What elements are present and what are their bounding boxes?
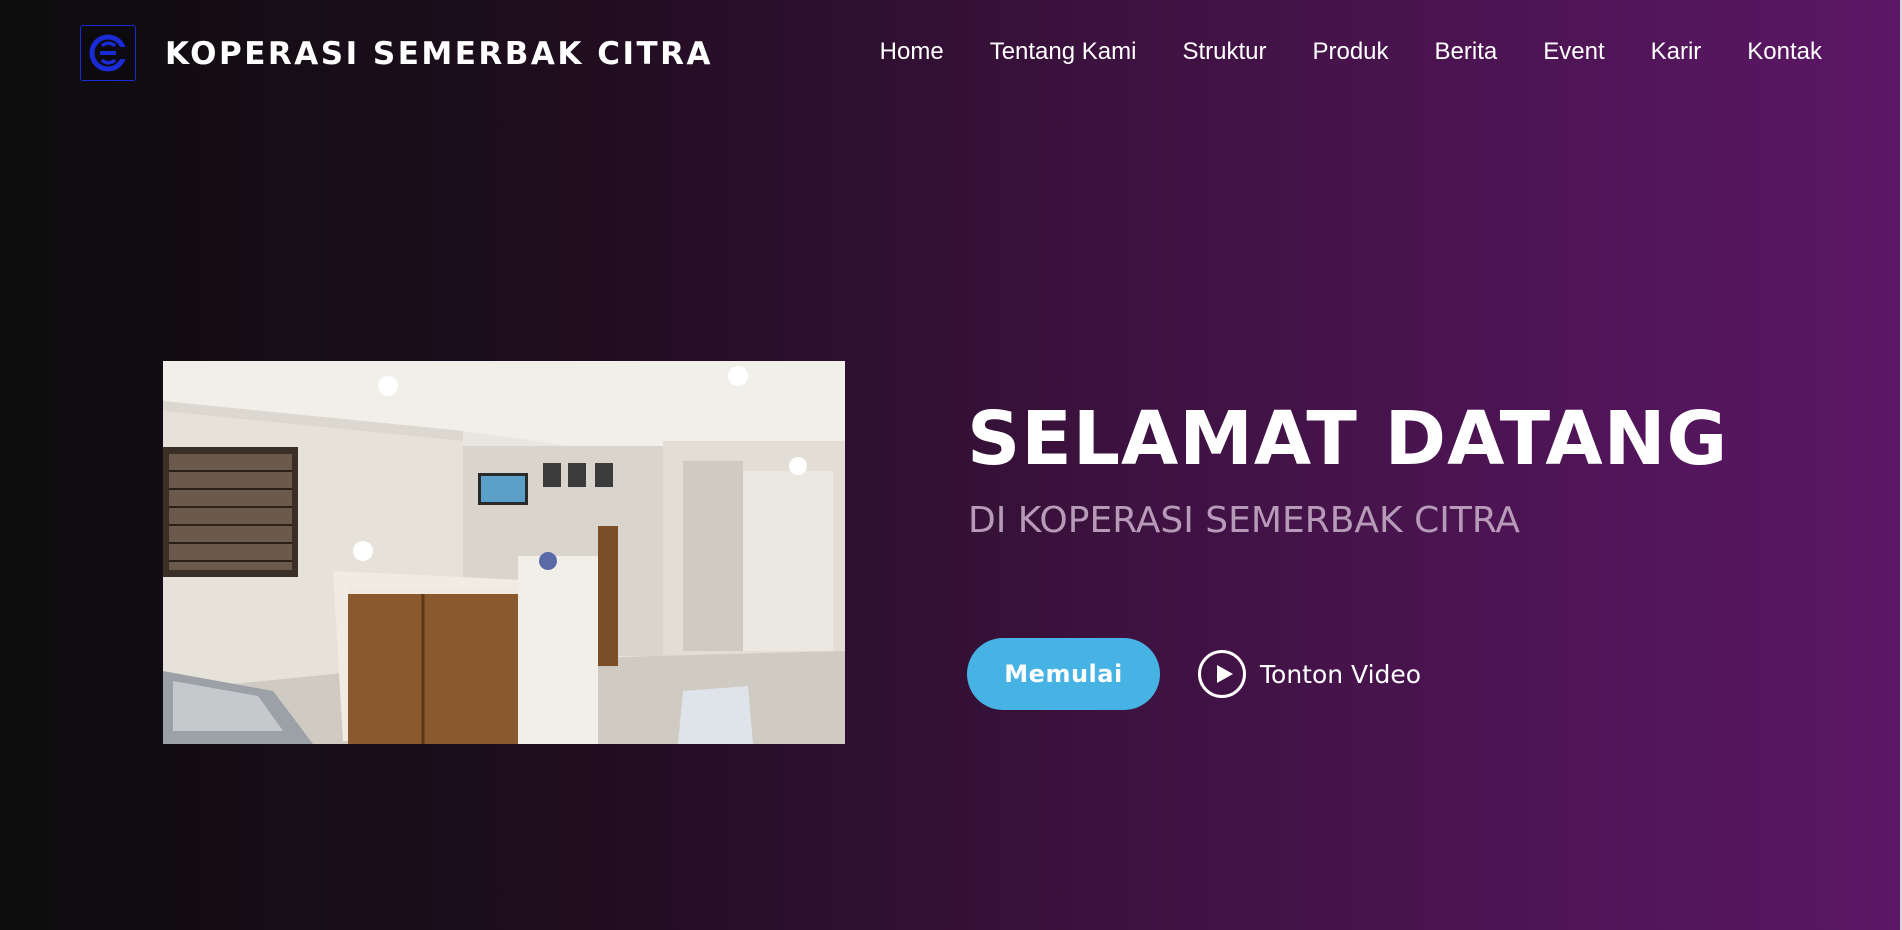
nav-item-tentang-kami[interactable]: Tentang Kami — [990, 38, 1137, 66]
hero-title: SELAMAT DATANG — [967, 396, 1729, 482]
page: KOPERASI SEMERBAK CITRA Home Tentang Kam… — [0, 0, 1902, 930]
play-icon[interactable] — [1198, 650, 1246, 698]
nav-item-karir[interactable]: Karir — [1651, 38, 1702, 66]
office-photo-illustration — [163, 361, 845, 744]
brand-name[interactable]: KOPERASI SEMERBAK CITRA — [165, 36, 713, 72]
nav-item-kontak[interactable]: Kontak — [1747, 38, 1822, 66]
play-triangle — [1216, 665, 1233, 683]
hero-subtitle: DI KOPERASI SEMERBAK CITRA — [968, 500, 1521, 541]
office-reception-photo — [163, 361, 845, 744]
watch-video-button[interactable]: Tonton Video — [1198, 646, 1421, 702]
ksc-logo-icon[interactable] — [80, 25, 136, 81]
nav-item-struktur[interactable]: Struktur — [1182, 38, 1266, 66]
main-nav: Home Tentang Kami Struktur Produk Berita… — [880, 38, 1822, 66]
watch-video-label[interactable]: Tonton Video — [1260, 660, 1421, 689]
site-header: KOPERASI SEMERBAK CITRA Home Tentang Kam… — [0, 0, 1902, 110]
nav-item-berita[interactable]: Berita — [1435, 38, 1498, 66]
nav-item-produk[interactable]: Produk — [1312, 38, 1388, 66]
nav-item-event[interactable]: Event — [1543, 38, 1604, 66]
nav-item-home[interactable]: Home — [880, 38, 944, 66]
start-button[interactable]: Memulai — [967, 638, 1160, 710]
logo-mark — [89, 34, 128, 72]
